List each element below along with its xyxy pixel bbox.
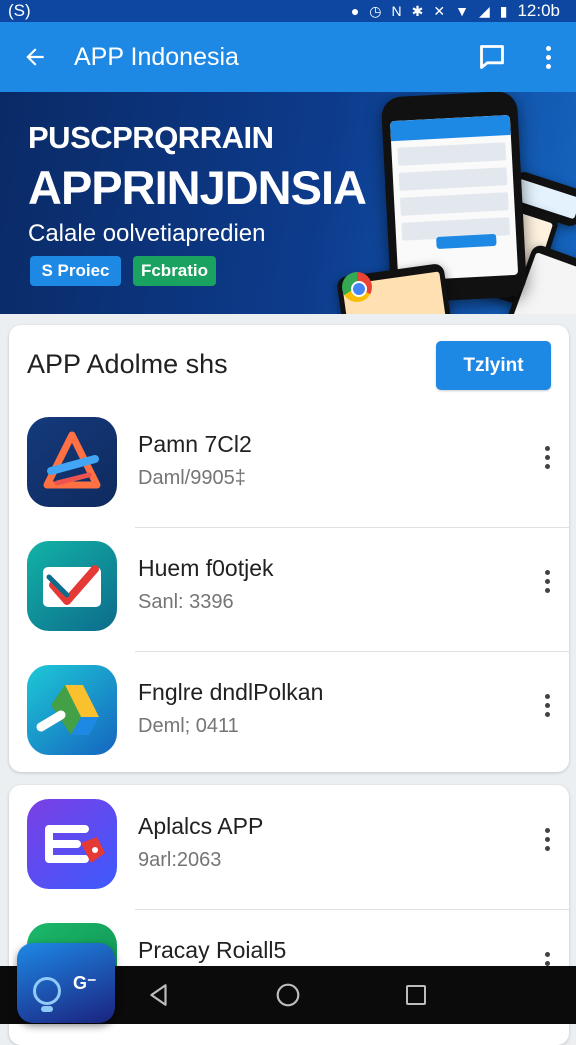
banner-headline: APPRINJDNSIA [28, 161, 367, 214]
nav-home-button[interactable] [271, 978, 305, 1012]
status-left-text: (S) [8, 1, 31, 20]
drive-app-icon [27, 665, 117, 755]
banner-eyebrow: PUSCРRQRRAIN [28, 120, 274, 155]
assistant-fab[interactable]: G⁻ [17, 943, 115, 1023]
app-list-item[interactable]: Fnglre dndlPolkan Deml; 0411 [9, 651, 569, 772]
item-more-button[interactable] [535, 561, 559, 601]
vibrate-icon: ✕ [433, 3, 446, 19]
app-item-title: Fnglre dndlPolkan [138, 679, 324, 705]
card-action-button[interactable]: Tzlyint [436, 341, 551, 390]
tools-app-icon [27, 417, 117, 507]
nav-home-icon [276, 983, 300, 1007]
tag-app-icon [27, 799, 117, 889]
app-item-subtitle: Deml; 0411 [138, 715, 239, 737]
app-item-title: Aplalcs APP [138, 813, 264, 839]
app-item-subtitle: 9arl:2063 [138, 849, 222, 871]
app-item-title: Huem f0otjek [138, 555, 274, 581]
app-item-subtitle: Daml/9905‡ [138, 467, 246, 489]
bluetooth-icon: ✱ [411, 3, 424, 19]
location-icon: ● [350, 3, 360, 19]
banner-chip-blue[interactable]: S Proiec [30, 256, 121, 286]
nav-recents-icon [406, 985, 426, 1005]
card-title: APP Adolme shs [27, 349, 228, 379]
app-item-subtitle: Sanl: 3396 [138, 591, 234, 613]
message-icon [480, 45, 504, 69]
assistant-icon [33, 977, 61, 1012]
nav-back-button[interactable] [142, 978, 176, 1012]
alarm-icon: ◷ [369, 3, 382, 19]
card-header: APP Adolme shs Tzlyint [9, 325, 569, 403]
banner-subtitle: Calale oolvetiapredien [28, 220, 266, 247]
fab-label: G⁻ [73, 973, 97, 993]
nav-back-icon [150, 984, 167, 1006]
app-item-title: Pamn 7Cl2 [138, 431, 252, 457]
item-more-button[interactable] [535, 437, 559, 477]
wifi-icon: ▼ [455, 3, 469, 19]
more-vert-icon [545, 45, 551, 69]
app-list-item[interactable]: Aplalcs APP 9arl:2063 [9, 785, 569, 909]
status-time: 12:0b [517, 1, 560, 20]
status-icons: ● ◷ N ✱ ✕ ▼ ◢ ▮ 12:0b [351, 1, 560, 21]
back-button[interactable] [0, 22, 70, 92]
status-bar: (S) ● ◷ N ✱ ✕ ▼ ◢ ▮ 12:0b [0, 0, 576, 22]
nav-recents-button[interactable] [399, 978, 433, 1012]
banner-chip-green[interactable]: Fcbratio [133, 256, 216, 286]
battery-icon: ▮ [499, 3, 508, 19]
back-arrow-icon [26, 48, 44, 66]
item-more-button[interactable] [535, 819, 559, 859]
app-list-item[interactable]: Huem f0otjek Sanl: 3396 [9, 527, 569, 651]
app-bar: APP Indonesia [0, 22, 576, 92]
signal-icon: ◢ [478, 3, 490, 19]
nfc-icon: N [391, 3, 402, 19]
chrome-icon [342, 272, 372, 302]
item-more-button[interactable] [535, 685, 559, 725]
check-app-icon [27, 541, 117, 631]
app-item-title: Pracay Roiall5 [138, 937, 287, 963]
app-title: APP Indonesia [74, 42, 239, 71]
app-list-card: APP Adolme shs Tzlyint Pamn 7Cl2 Daml/99… [9, 325, 569, 772]
more-options-button[interactable] [520, 22, 576, 92]
message-button[interactable] [464, 22, 520, 92]
promo-banner[interactable]: PUSCРRQRRAIN APPRINJDNSIA Calale oolveti… [0, 92, 576, 314]
app-list-item[interactable]: Pamn 7Cl2 Daml/9905‡ [9, 403, 569, 527]
